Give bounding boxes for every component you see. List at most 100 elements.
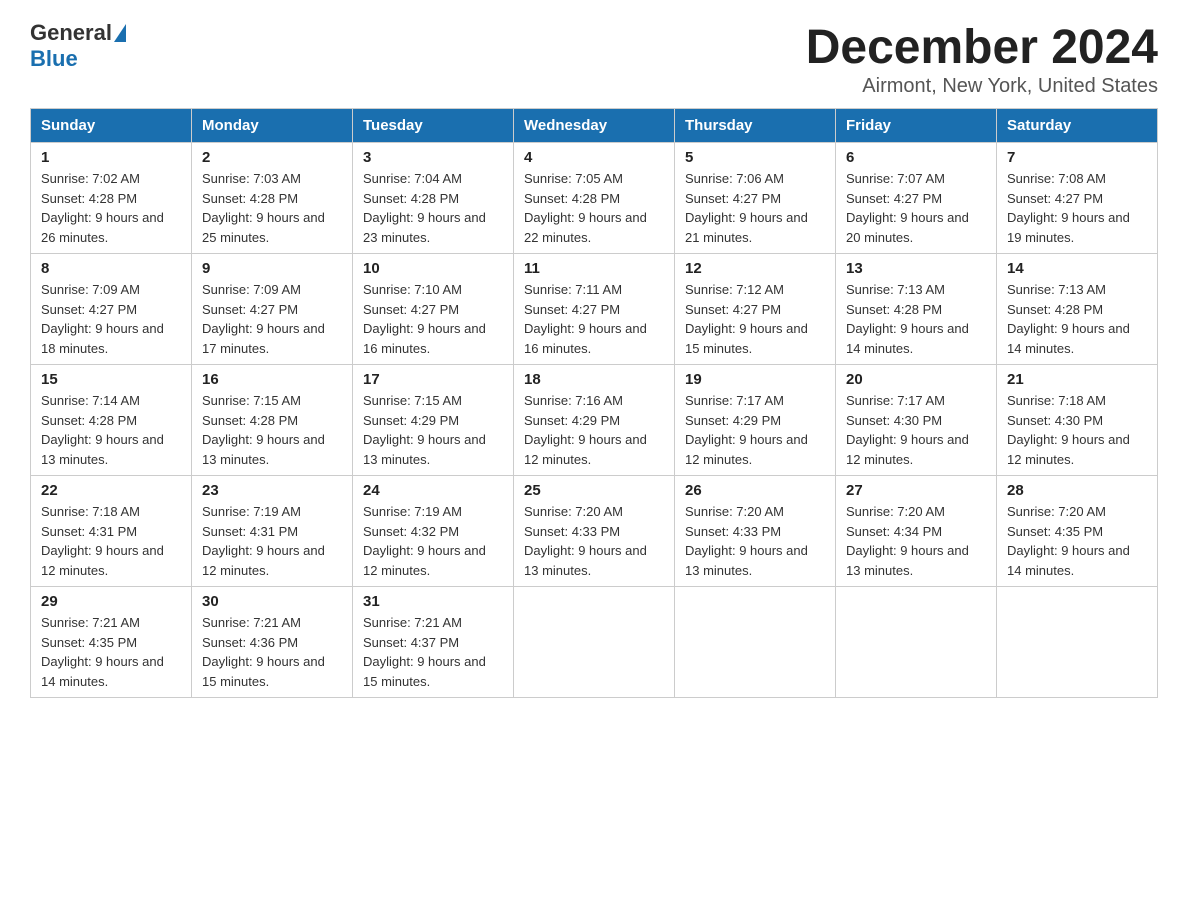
logo-blue-text: Blue: [30, 46, 78, 72]
day-number: 16: [202, 371, 342, 388]
header-monday: Monday: [192, 109, 353, 143]
day-number: 25: [524, 482, 664, 499]
calendar-day-10: 10 Sunrise: 7:10 AM Sunset: 4:27 PM Dayl…: [353, 254, 514, 365]
calendar-day-28: 28 Sunrise: 7:20 AM Sunset: 4:35 PM Dayl…: [997, 476, 1158, 587]
day-info: Sunrise: 7:20 AM Sunset: 4:33 PM Dayligh…: [685, 502, 825, 580]
day-info: Sunrise: 7:17 AM Sunset: 4:30 PM Dayligh…: [846, 391, 986, 469]
day-number: 27: [846, 482, 986, 499]
calendar-day-13: 13 Sunrise: 7:13 AM Sunset: 4:28 PM Dayl…: [836, 254, 997, 365]
calendar-table: SundayMondayTuesdayWednesdayThursdayFrid…: [30, 108, 1158, 698]
day-info: Sunrise: 7:04 AM Sunset: 4:28 PM Dayligh…: [363, 169, 503, 247]
header-friday: Friday: [836, 109, 997, 143]
day-number: 9: [202, 260, 342, 277]
calendar-day-5: 5 Sunrise: 7:06 AM Sunset: 4:27 PM Dayli…: [675, 143, 836, 254]
day-info: Sunrise: 7:13 AM Sunset: 4:28 PM Dayligh…: [846, 280, 986, 358]
calendar-day-22: 22 Sunrise: 7:18 AM Sunset: 4:31 PM Dayl…: [31, 476, 192, 587]
day-number: 20: [846, 371, 986, 388]
calendar-day-19: 19 Sunrise: 7:17 AM Sunset: 4:29 PM Dayl…: [675, 365, 836, 476]
calendar-header-row: SundayMondayTuesdayWednesdayThursdayFrid…: [31, 109, 1158, 143]
empty-cell: [836, 587, 997, 698]
day-info: Sunrise: 7:11 AM Sunset: 4:27 PM Dayligh…: [524, 280, 664, 358]
calendar-day-3: 3 Sunrise: 7:04 AM Sunset: 4:28 PM Dayli…: [353, 143, 514, 254]
day-info: Sunrise: 7:18 AM Sunset: 4:31 PM Dayligh…: [41, 502, 181, 580]
calendar-day-18: 18 Sunrise: 7:16 AM Sunset: 4:29 PM Dayl…: [514, 365, 675, 476]
calendar-day-11: 11 Sunrise: 7:11 AM Sunset: 4:27 PM Dayl…: [514, 254, 675, 365]
day-info: Sunrise: 7:13 AM Sunset: 4:28 PM Dayligh…: [1007, 280, 1147, 358]
day-number: 11: [524, 260, 664, 277]
day-number: 13: [846, 260, 986, 277]
calendar-week-1: 1 Sunrise: 7:02 AM Sunset: 4:28 PM Dayli…: [31, 143, 1158, 254]
day-number: 30: [202, 593, 342, 610]
day-info: Sunrise: 7:20 AM Sunset: 4:34 PM Dayligh…: [846, 502, 986, 580]
day-info: Sunrise: 7:02 AM Sunset: 4:28 PM Dayligh…: [41, 169, 181, 247]
logo: General Blue: [30, 20, 128, 72]
calendar-day-27: 27 Sunrise: 7:20 AM Sunset: 4:34 PM Dayl…: [836, 476, 997, 587]
day-number: 8: [41, 260, 181, 277]
header-sunday: Sunday: [31, 109, 192, 143]
day-number: 5: [685, 149, 825, 166]
calendar-day-15: 15 Sunrise: 7:14 AM Sunset: 4:28 PM Dayl…: [31, 365, 192, 476]
day-number: 15: [41, 371, 181, 388]
day-number: 3: [363, 149, 503, 166]
day-info: Sunrise: 7:21 AM Sunset: 4:37 PM Dayligh…: [363, 613, 503, 691]
day-info: Sunrise: 7:05 AM Sunset: 4:28 PM Dayligh…: [524, 169, 664, 247]
day-number: 19: [685, 371, 825, 388]
calendar-day-8: 8 Sunrise: 7:09 AM Sunset: 4:27 PM Dayli…: [31, 254, 192, 365]
day-info: Sunrise: 7:08 AM Sunset: 4:27 PM Dayligh…: [1007, 169, 1147, 247]
calendar-day-4: 4 Sunrise: 7:05 AM Sunset: 4:28 PM Dayli…: [514, 143, 675, 254]
calendar-day-1: 1 Sunrise: 7:02 AM Sunset: 4:28 PM Dayli…: [31, 143, 192, 254]
calendar-week-4: 22 Sunrise: 7:18 AM Sunset: 4:31 PM Dayl…: [31, 476, 1158, 587]
calendar-week-5: 29 Sunrise: 7:21 AM Sunset: 4:35 PM Dayl…: [31, 587, 1158, 698]
day-info: Sunrise: 7:12 AM Sunset: 4:27 PM Dayligh…: [685, 280, 825, 358]
day-info: Sunrise: 7:19 AM Sunset: 4:32 PM Dayligh…: [363, 502, 503, 580]
day-info: Sunrise: 7:07 AM Sunset: 4:27 PM Dayligh…: [846, 169, 986, 247]
day-number: 1: [41, 149, 181, 166]
calendar-day-24: 24 Sunrise: 7:19 AM Sunset: 4:32 PM Dayl…: [353, 476, 514, 587]
calendar-day-25: 25 Sunrise: 7:20 AM Sunset: 4:33 PM Dayl…: [514, 476, 675, 587]
calendar-day-30: 30 Sunrise: 7:21 AM Sunset: 4:36 PM Dayl…: [192, 587, 353, 698]
header-wednesday: Wednesday: [514, 109, 675, 143]
day-number: 26: [685, 482, 825, 499]
day-number: 4: [524, 149, 664, 166]
header-thursday: Thursday: [675, 109, 836, 143]
day-info: Sunrise: 7:20 AM Sunset: 4:33 PM Dayligh…: [524, 502, 664, 580]
calendar-day-23: 23 Sunrise: 7:19 AM Sunset: 4:31 PM Dayl…: [192, 476, 353, 587]
empty-cell: [997, 587, 1158, 698]
day-info: Sunrise: 7:20 AM Sunset: 4:35 PM Dayligh…: [1007, 502, 1147, 580]
day-number: 12: [685, 260, 825, 277]
calendar-day-6: 6 Sunrise: 7:07 AM Sunset: 4:27 PM Dayli…: [836, 143, 997, 254]
calendar-day-12: 12 Sunrise: 7:12 AM Sunset: 4:27 PM Dayl…: [675, 254, 836, 365]
calendar-day-16: 16 Sunrise: 7:15 AM Sunset: 4:28 PM Dayl…: [192, 365, 353, 476]
day-number: 17: [363, 371, 503, 388]
day-info: Sunrise: 7:03 AM Sunset: 4:28 PM Dayligh…: [202, 169, 342, 247]
logo-triangle-icon: [114, 24, 126, 42]
calendar-week-2: 8 Sunrise: 7:09 AM Sunset: 4:27 PM Dayli…: [31, 254, 1158, 365]
calendar-day-26: 26 Sunrise: 7:20 AM Sunset: 4:33 PM Dayl…: [675, 476, 836, 587]
day-info: Sunrise: 7:19 AM Sunset: 4:31 PM Dayligh…: [202, 502, 342, 580]
title-section: December 2024 Airmont, New York, United …: [806, 20, 1158, 98]
day-number: 18: [524, 371, 664, 388]
day-info: Sunrise: 7:09 AM Sunset: 4:27 PM Dayligh…: [41, 280, 181, 358]
day-info: Sunrise: 7:14 AM Sunset: 4:28 PM Dayligh…: [41, 391, 181, 469]
location-subtitle: Airmont, New York, United States: [806, 75, 1158, 98]
day-info: Sunrise: 7:21 AM Sunset: 4:36 PM Dayligh…: [202, 613, 342, 691]
day-number: 24: [363, 482, 503, 499]
day-number: 22: [41, 482, 181, 499]
day-number: 31: [363, 593, 503, 610]
day-info: Sunrise: 7:21 AM Sunset: 4:35 PM Dayligh…: [41, 613, 181, 691]
day-info: Sunrise: 7:17 AM Sunset: 4:29 PM Dayligh…: [685, 391, 825, 469]
day-number: 23: [202, 482, 342, 499]
calendar-day-17: 17 Sunrise: 7:15 AM Sunset: 4:29 PM Dayl…: [353, 365, 514, 476]
calendar-day-7: 7 Sunrise: 7:08 AM Sunset: 4:27 PM Dayli…: [997, 143, 1158, 254]
header-tuesday: Tuesday: [353, 109, 514, 143]
calendar-day-31: 31 Sunrise: 7:21 AM Sunset: 4:37 PM Dayl…: [353, 587, 514, 698]
day-number: 14: [1007, 260, 1147, 277]
header-saturday: Saturday: [997, 109, 1158, 143]
calendar-day-21: 21 Sunrise: 7:18 AM Sunset: 4:30 PM Dayl…: [997, 365, 1158, 476]
calendar-day-14: 14 Sunrise: 7:13 AM Sunset: 4:28 PM Dayl…: [997, 254, 1158, 365]
calendar-day-20: 20 Sunrise: 7:17 AM Sunset: 4:30 PM Dayl…: [836, 365, 997, 476]
calendar-week-3: 15 Sunrise: 7:14 AM Sunset: 4:28 PM Dayl…: [31, 365, 1158, 476]
empty-cell: [514, 587, 675, 698]
empty-cell: [675, 587, 836, 698]
day-info: Sunrise: 7:10 AM Sunset: 4:27 PM Dayligh…: [363, 280, 503, 358]
